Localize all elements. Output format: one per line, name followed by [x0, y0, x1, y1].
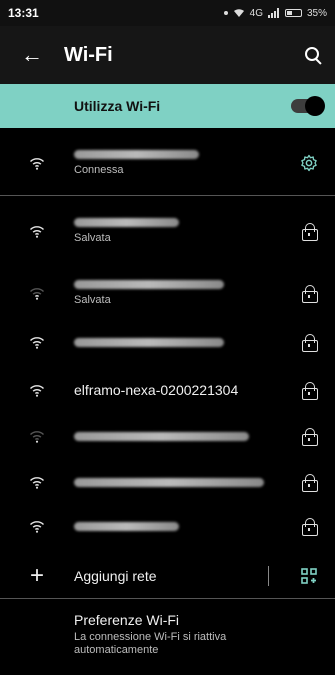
network-row[interactable]: Salvata	[0, 270, 335, 316]
lock-icon	[283, 223, 335, 241]
wifi-signal-icon	[0, 476, 74, 489]
add-network-label: Aggiungi rete	[74, 568, 157, 584]
redacted-network-name	[74, 280, 224, 289]
list-divider	[0, 195, 335, 196]
wifi-signal-icon	[0, 430, 74, 443]
wifi-signal-icon	[0, 157, 74, 170]
wifi-signal-icon	[0, 384, 74, 397]
wifi-preferences-row[interactable]: Preferenze Wi-Fi La connessione Wi-Fi si…	[0, 612, 335, 657]
battery-percent: 35%	[306, 7, 327, 19]
lock-icon	[283, 334, 335, 352]
network-row[interactable]	[0, 462, 335, 502]
network-row[interactable]: elframo-nexa-0200221304	[0, 370, 335, 410]
cell-signal-icon	[267, 8, 279, 18]
status-time: 13:31	[8, 6, 39, 20]
back-arrow-icon[interactable]: ←	[0, 42, 64, 68]
network-status: Salvata	[74, 232, 111, 244]
lock-icon	[283, 474, 335, 492]
qr-code-scan-icon[interactable]	[283, 568, 335, 584]
prefs-divider	[0, 598, 335, 599]
wifi-signal-icon	[0, 225, 74, 238]
wifi-signal-icon	[0, 287, 74, 300]
add-network-row[interactable]: + Aggiungi rete	[0, 556, 335, 596]
network-status: Salvata	[74, 294, 111, 306]
network-type-label: 4G	[249, 7, 263, 19]
battery-icon	[284, 9, 302, 17]
network-info: elframo-nexa-0200221304	[74, 382, 283, 398]
network-row[interactable]: Salvata	[0, 208, 335, 254]
network-row[interactable]: Connessa	[0, 140, 335, 186]
preferences-subtitle: La connessione Wi-Fi si riattiva automat…	[74, 631, 227, 656]
network-info: Salvata	[74, 218, 283, 244]
network-info	[74, 477, 283, 487]
notification-dot-icon	[223, 11, 228, 15]
wifi-toggle-row[interactable]: Utilizza Wi-Fi	[0, 84, 335, 128]
network-info	[74, 521, 283, 531]
network-status: Connessa	[74, 164, 124, 176]
gear-icon[interactable]	[283, 154, 335, 172]
app-bar: ← Wi-Fi	[0, 26, 335, 84]
redacted-network-name	[74, 521, 179, 531]
status-icons: 4G 35%	[223, 7, 327, 19]
network-info	[74, 337, 283, 347]
lock-icon	[283, 428, 335, 446]
lock-icon	[283, 285, 335, 303]
network-info: Connessa	[74, 150, 283, 176]
wifi-toggle-switch[interactable]	[291, 96, 325, 116]
wifi-status-icon	[233, 9, 244, 17]
preferences-title: Preferenze Wi-Fi	[74, 612, 180, 628]
network-row[interactable]	[0, 506, 335, 546]
wifi-signal-icon	[0, 520, 74, 533]
wifi-toggle-label: Utilizza Wi-Fi	[74, 98, 161, 114]
network-name: elframo-nexa-0200221304	[74, 382, 239, 398]
wifi-signal-icon	[0, 336, 74, 349]
page-title: Wi-Fi	[64, 43, 113, 66]
redacted-network-name	[74, 218, 179, 227]
network-row[interactable]	[0, 322, 335, 362]
redacted-network-name	[74, 477, 264, 487]
network-info: Salvata	[74, 280, 283, 306]
redacted-network-name	[74, 431, 249, 441]
lock-icon	[283, 518, 335, 536]
separator	[268, 566, 269, 586]
network-info	[74, 431, 283, 441]
plus-icon: +	[29, 562, 44, 589]
redacted-network-name	[74, 150, 199, 159]
lock-icon	[283, 382, 335, 400]
redacted-network-name	[74, 337, 224, 347]
network-row[interactable]	[0, 418, 335, 454]
search-icon[interactable]	[303, 45, 323, 65]
status-bar: 13:31 4G 35%	[0, 0, 335, 26]
